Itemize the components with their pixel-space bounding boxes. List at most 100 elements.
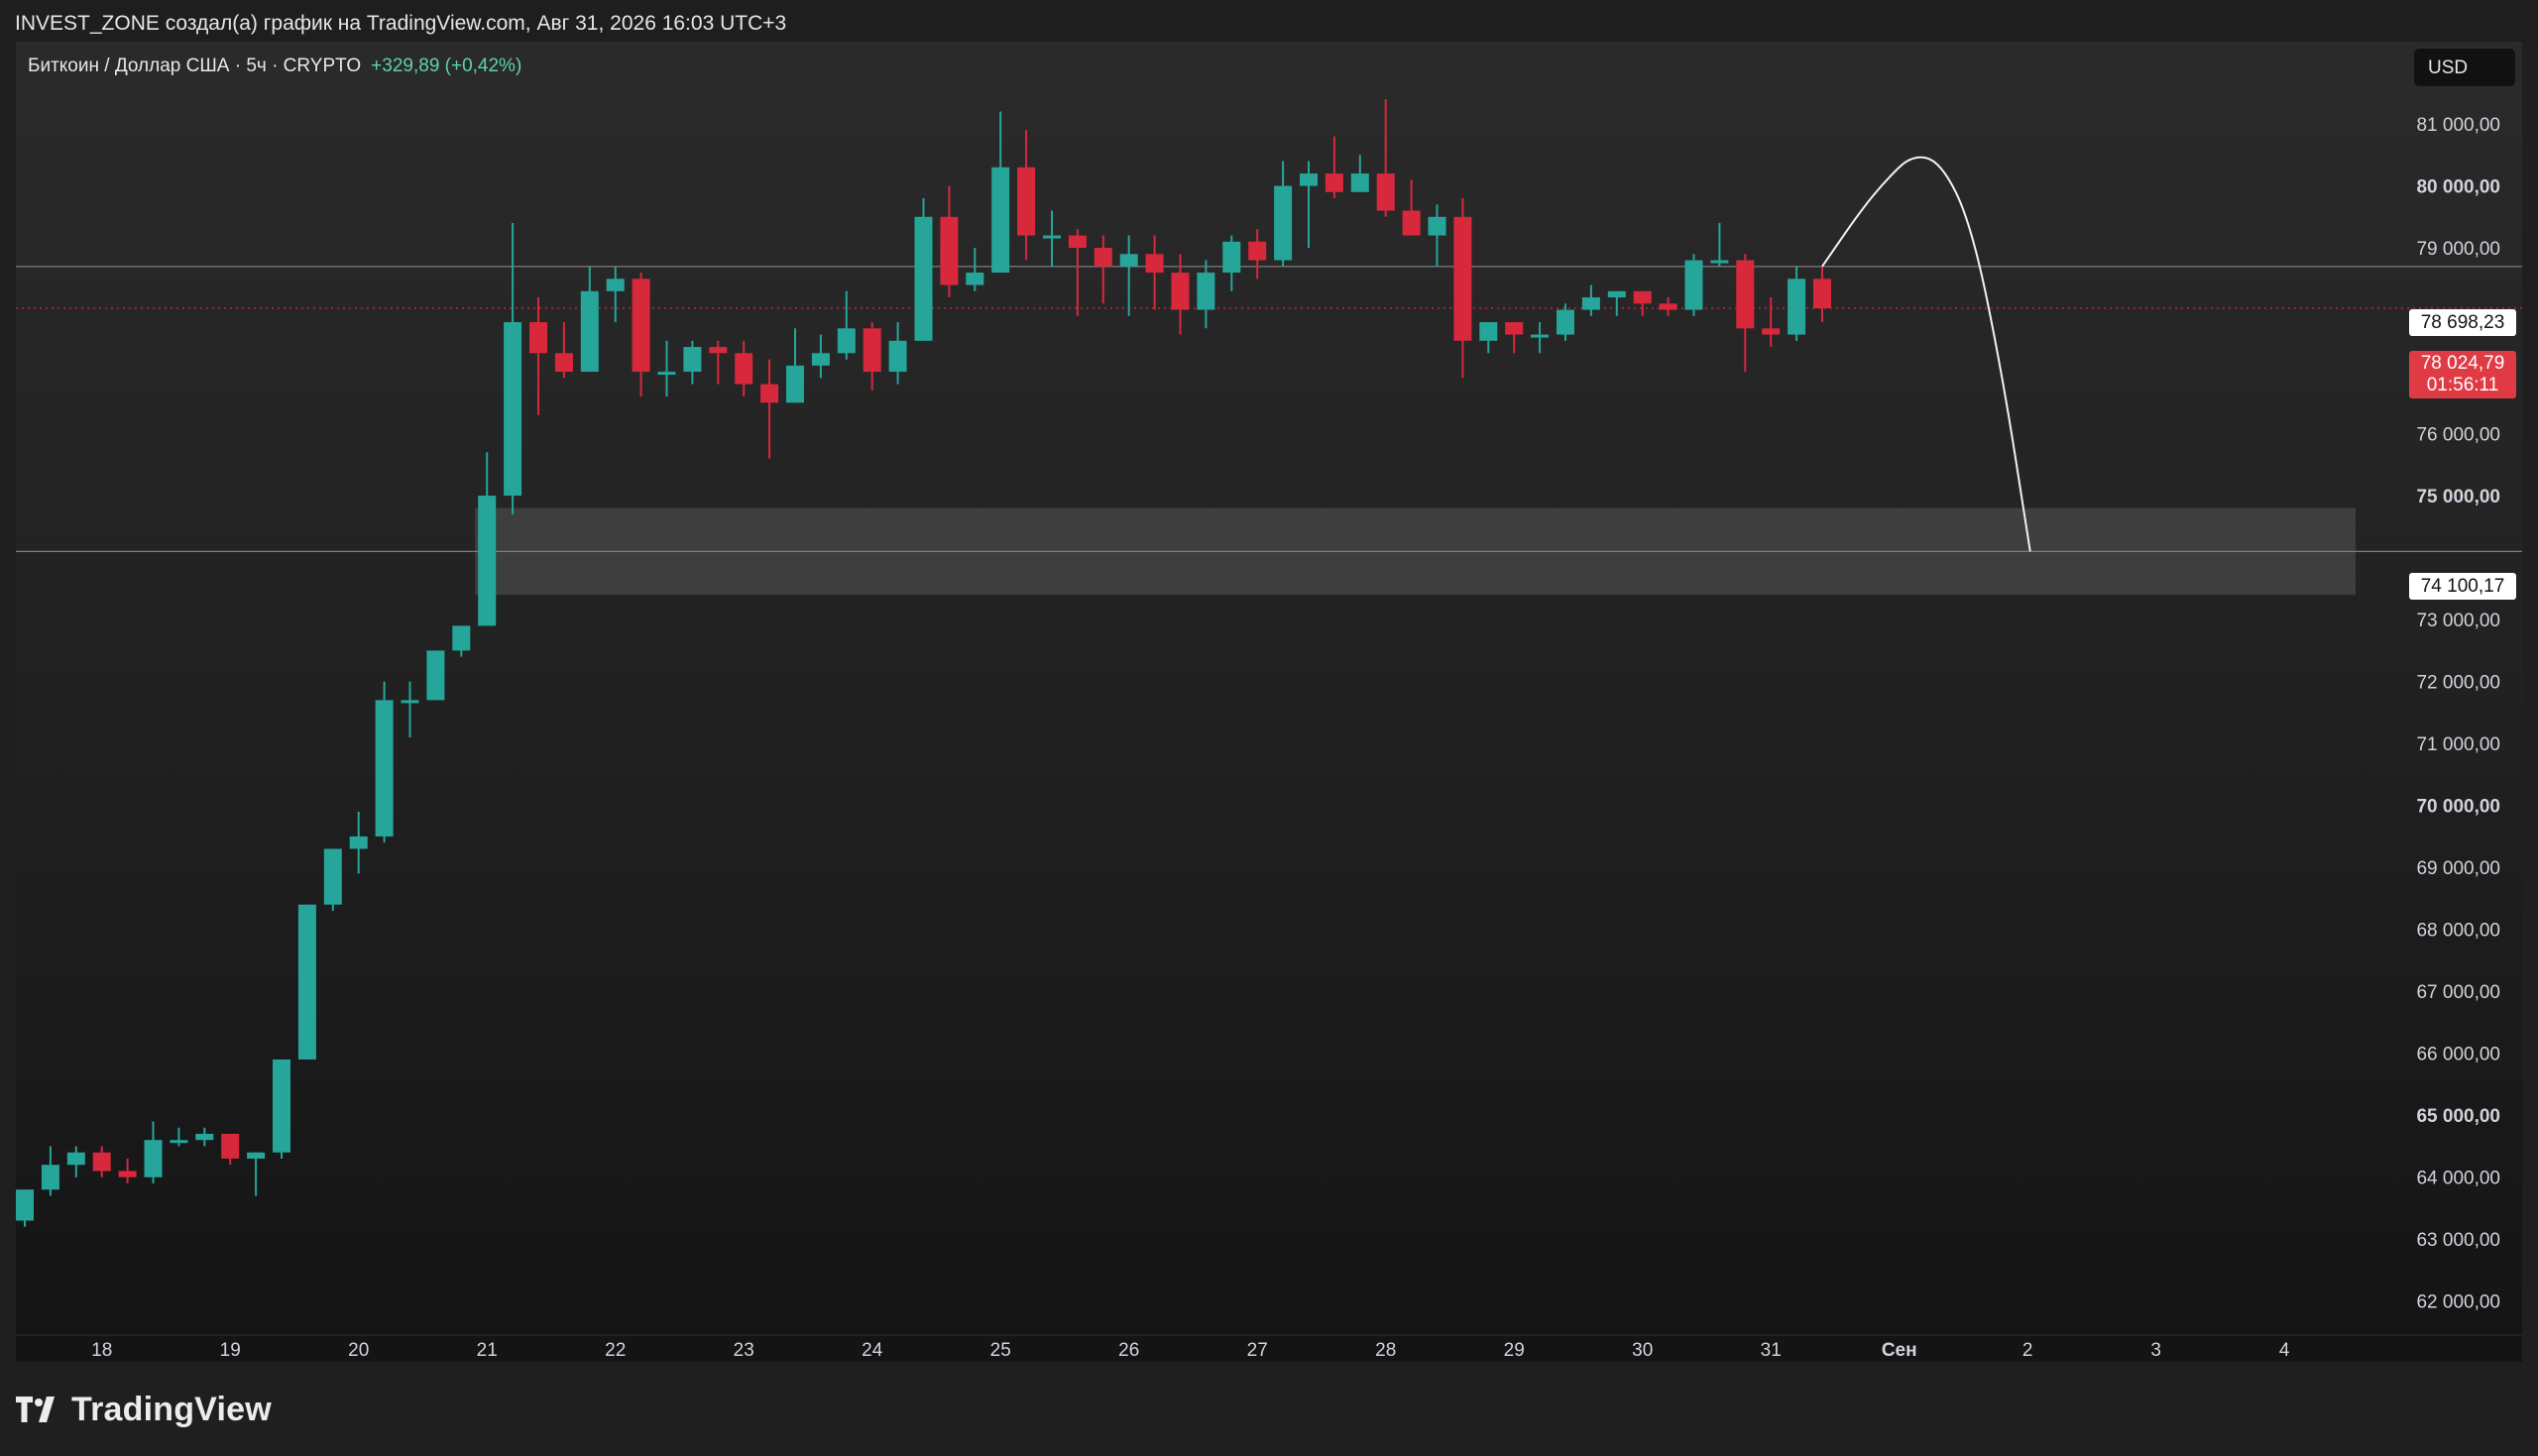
candle-body (1479, 322, 1498, 341)
y-axis-tick-label: 70 000,00 (2416, 797, 2500, 818)
current-price-value: 78 024,79 (2420, 353, 2505, 374)
y-axis-tick-label: 73 000,00 (2416, 611, 2500, 631)
y-axis-tick-label: 63 000,00 (2416, 1230, 2500, 1251)
candle-body (709, 347, 728, 354)
currency-button[interactable]: USD (2413, 48, 2516, 87)
x-axis-tick-label: 19 (220, 1340, 241, 1361)
candle-body (991, 167, 1010, 274)
x-axis-tick-label: 30 (1632, 1340, 1653, 1361)
projection-curve (1821, 156, 2031, 552)
candle-body (323, 848, 342, 905)
x-axis-tick-label: 24 (862, 1340, 883, 1361)
candle-body (273, 1059, 290, 1153)
candle-body (966, 273, 984, 285)
current-price-tag: 78 024,79 01:56:11 (2409, 351, 2516, 398)
candle-body (1607, 290, 1626, 298)
y-axis-tick-label: 75 000,00 (2416, 487, 2500, 507)
candle-body (1274, 185, 1293, 261)
last-price-tag: 78 698,23 (2409, 309, 2516, 336)
candle-body (1557, 309, 1574, 335)
y-axis-tick-label: 68 000,00 (2416, 921, 2500, 942)
candle-body (1222, 241, 1241, 274)
candle-body (735, 353, 753, 385)
candle-body (1659, 303, 1677, 310)
candle-body (195, 1133, 214, 1141)
y-axis-tick-label: 72 000,00 (2416, 673, 2500, 694)
candle-body (632, 279, 650, 373)
y-axis-tick-label: 67 000,00 (2416, 982, 2500, 1003)
candle-body (1119, 254, 1138, 267)
tradingview-logo-icon (16, 1397, 55, 1422)
candlestick-chart[interactable]: 82 000,0081 000,0080 000,0079 000,0077 0… (16, 42, 2522, 1362)
y-axis-tick-label: 65 000,00 (2416, 1106, 2500, 1127)
candle-body (1145, 254, 1164, 274)
candle-body (1068, 235, 1087, 249)
candle-body (1300, 173, 1318, 186)
chart-panel[interactable]: 82 000,0081 000,0080 000,0079 000,0077 0… (16, 42, 2522, 1362)
candle-body (811, 353, 830, 366)
candle-body (92, 1152, 111, 1172)
candle-body (760, 384, 779, 403)
candle-body (452, 625, 471, 651)
x-axis-tick-label: 21 (477, 1340, 498, 1361)
candle-body (16, 1189, 34, 1221)
candle-body (1684, 260, 1703, 310)
candle-body (683, 347, 702, 373)
candle-body (1094, 248, 1112, 267)
x-axis-tick-label: 28 (1375, 1340, 1396, 1361)
y-axis-tick-label: 81 000,00 (2416, 115, 2500, 136)
candle-body (247, 1152, 266, 1159)
candle-body (401, 700, 419, 704)
candle-body (221, 1133, 240, 1159)
x-axis-tick-label: 27 (1247, 1340, 1268, 1361)
candle-body (1710, 260, 1729, 264)
candle-body (504, 322, 522, 497)
candle-body (1325, 173, 1343, 192)
candle-body (863, 328, 881, 373)
y-axis-tick-label: 66 000,00 (2416, 1045, 2500, 1065)
candle-body (657, 372, 676, 376)
candle-body (170, 1140, 188, 1144)
x-axis-tick-label: 26 (1118, 1340, 1139, 1361)
symbol-title: Биткоин / Доллар США · 5ч · CRYPTO (28, 56, 362, 76)
candle-body (1017, 167, 1036, 236)
x-axis-tick-label: 29 (1504, 1340, 1525, 1361)
y-axis-tick-label: 69 000,00 (2416, 858, 2500, 879)
candle-body (1350, 173, 1369, 192)
candle-body (1813, 279, 1831, 309)
y-axis-tick-label: 80 000,00 (2416, 177, 2500, 198)
candle-body (606, 279, 625, 291)
candle-body (66, 1152, 85, 1166)
candle-body (118, 1171, 137, 1177)
candle-body (478, 496, 497, 626)
x-axis-tick-label: 3 (2150, 1340, 2161, 1361)
candle-body (580, 290, 599, 373)
y-axis-tick-label: 76 000,00 (2416, 425, 2500, 446)
candle-body (1581, 297, 1600, 310)
x-axis-tick-label: 18 (91, 1340, 112, 1361)
candle-body (144, 1140, 163, 1177)
attribution-text: INVEST_ZONE создал(а) график на TradingV… (15, 12, 787, 35)
candle-body (426, 650, 445, 701)
price-change: +329,89 (+0,42%) (371, 56, 522, 76)
candle-body (837, 328, 856, 354)
candle-body (1248, 241, 1267, 261)
x-axis-tick-label: 31 (1761, 1340, 1782, 1361)
candle-body (349, 836, 368, 849)
candle-body (1633, 290, 1652, 304)
attribution-bar: INVEST_ZONE создал(а) график на TradingV… (0, 0, 2538, 42)
y-axis-tick-label: 71 000,00 (2416, 734, 2500, 755)
x-axis-tick-label: 25 (990, 1340, 1011, 1361)
candle-body (940, 216, 959, 285)
candle-body (1788, 279, 1806, 335)
x-axis-tick-label: 22 (605, 1340, 626, 1361)
candle-body (554, 353, 573, 373)
candle-body (786, 365, 804, 403)
x-axis-tick-label: 2 (2022, 1340, 2033, 1361)
candle-body (1531, 334, 1550, 338)
y-axis-tick-label: 62 000,00 (2416, 1292, 2500, 1313)
candle-body (375, 700, 394, 837)
candle-body (1453, 216, 1472, 341)
tradingview-wordmark: TradingView (71, 1390, 272, 1428)
bar-countdown: 01:56:11 (2426, 375, 2499, 395)
